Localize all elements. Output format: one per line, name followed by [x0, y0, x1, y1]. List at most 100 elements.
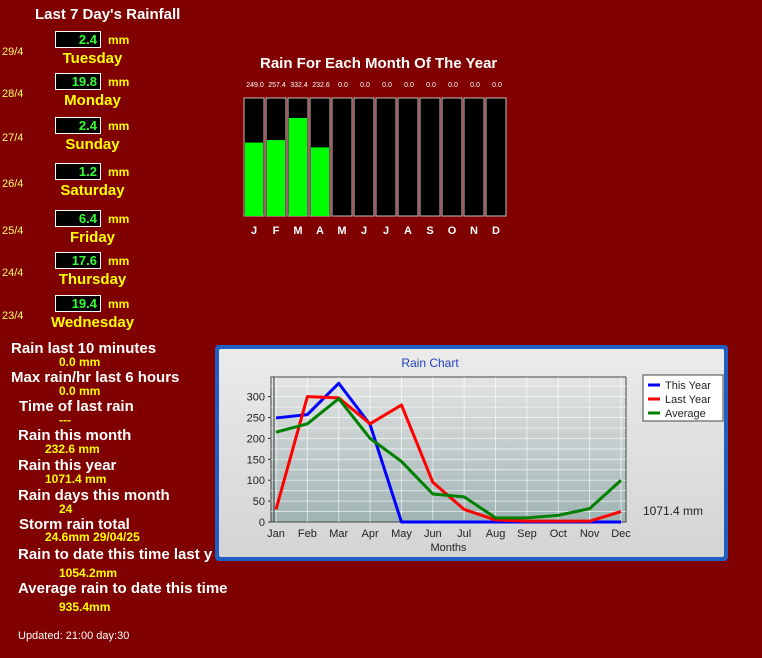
last7-title: Last 7 Day's Rainfall [35, 6, 181, 23]
month-bar-bg [419, 97, 441, 217]
month-label: M [337, 225, 346, 237]
month-bar-bg [441, 97, 463, 217]
month-bar-bg [397, 97, 419, 217]
y-tick-label: 100 [247, 475, 265, 487]
y-tick-label: 250 [247, 413, 265, 425]
day-rain-unit: mm [108, 165, 130, 179]
x-axis-label: Months [430, 542, 467, 554]
x-tick-label: Jul [457, 528, 471, 540]
day-name: Sunday [65, 136, 120, 153]
stat-value: 935.4mm [59, 600, 111, 614]
day-rain-unit: mm [108, 254, 130, 268]
month-bar-bg [375, 97, 397, 217]
day-rain-value: 19.4 [55, 295, 101, 312]
stat-label: Time of last rain [19, 398, 134, 415]
day-rain-value: 2.4 [55, 31, 101, 48]
day-name: Tuesday [62, 50, 123, 67]
month-label: S [426, 225, 433, 237]
updated-text: Updated: 21:00 day:30 [18, 630, 130, 642]
month-value-label: 332.4 [290, 82, 308, 89]
month-value-label: 0.0 [360, 82, 370, 89]
x-tick-label: Nov [580, 528, 600, 540]
stat-value: 0.0 mm [59, 355, 101, 369]
month-bar [289, 117, 307, 216]
x-tick-label: Dec [611, 528, 631, 540]
day-date: 24/4 [2, 267, 24, 279]
x-tick-label: Jan [267, 528, 285, 540]
legend-label: This Year [665, 380, 711, 392]
rain-line-chart: Rain Chart Jan Feb Mar Apr May Jun Jul Aug Sep Oct… [247, 356, 724, 554]
rain-chart-title: Rain Chart [401, 356, 459, 370]
day-date: 26/4 [2, 178, 24, 190]
stat-label: Rain days this month [18, 487, 170, 504]
month-value-label: 0.0 [338, 82, 348, 89]
x-tick-label: May [391, 528, 412, 540]
day-rain-unit: mm [108, 297, 130, 311]
y-tick-label: 0 [259, 517, 265, 529]
day-rain-value: 17.6 [55, 252, 101, 269]
legend-label: Last Year [665, 394, 711, 406]
month-label: D [492, 225, 500, 237]
rain-chart-panel: Rain Chart Jan Feb Mar Apr May Jun Jul Aug Sep Oct… [215, 345, 728, 561]
stat-value: 0.0 mm [59, 384, 101, 398]
month-value-label: 0.0 [426, 82, 436, 89]
day-rain-value: 2.4 [55, 117, 101, 134]
day-rain-value: 6.4 [55, 210, 101, 227]
day-rain-unit: mm [108, 75, 130, 89]
month-value-label: 257.4 [268, 82, 286, 89]
month-label: A [404, 225, 412, 237]
day-name: Friday [69, 229, 115, 246]
x-tick-label: Feb [298, 528, 317, 540]
month-value-label: 0.0 [382, 82, 392, 89]
month-bar-bg [353, 97, 375, 217]
day-rain-value: 1.2 [55, 163, 101, 180]
month-bar [245, 142, 263, 216]
x-tick-label: Oct [550, 528, 567, 540]
day-date: 28/4 [2, 88, 24, 100]
month-label: O [448, 225, 457, 237]
month-label: J [361, 225, 367, 237]
month-label: N [470, 225, 478, 237]
month-label: F [273, 225, 280, 237]
month-bar [267, 140, 285, 216]
day-date: 23/4 [2, 310, 24, 322]
day-date: 29/4 [2, 46, 24, 58]
day-date: 27/4 [2, 132, 24, 144]
month-value-label: 0.0 [448, 82, 458, 89]
stat-value: --- [59, 413, 71, 427]
month-bar-bg [485, 97, 507, 217]
stat-value: 24 [59, 502, 73, 516]
x-tick-label: Mar [329, 528, 348, 540]
month-label: A [316, 225, 324, 237]
y-tick-label: 50 [253, 496, 265, 508]
stat-value: 232.6 mm [45, 442, 100, 456]
stat-value: 1071.4 mm [45, 472, 107, 486]
day-name: Saturday [60, 182, 125, 199]
month-value-label: 232.6 [312, 82, 330, 89]
day-rain-unit: mm [108, 119, 130, 133]
day-name: Monday [64, 92, 121, 109]
stat-label: Rain to date this time last year [18, 546, 213, 563]
day-rain-unit: mm [108, 33, 130, 47]
month-label: M [293, 225, 302, 237]
y-tick-label: 300 [247, 392, 265, 404]
month-bar-bg [331, 97, 353, 217]
month-value-label: 249.0 [246, 82, 264, 89]
year-total-annotation: 1071.4 mm [643, 504, 703, 518]
day-date: 25/4 [2, 225, 24, 237]
x-tick-label: Aug [486, 528, 506, 540]
stat-value: 1054.2mm [59, 566, 118, 580]
x-tick-label: Jun [424, 528, 442, 540]
day-name: Thursday [58, 271, 127, 288]
x-tick-label: Apr [362, 528, 379, 540]
day-name: Wednesday [50, 314, 135, 331]
legend-label: Average [665, 408, 706, 420]
monthly-title: Rain For Each Month Of The Year [260, 55, 498, 72]
stat-label: Average rain to date this time [18, 580, 228, 597]
month-bar-bg [463, 97, 485, 217]
month-value-label: 0.0 [404, 82, 414, 89]
y-tick-label: 200 [247, 433, 265, 445]
x-tick-label: Sep [517, 528, 537, 540]
month-bar [311, 147, 329, 216]
month-label: J [251, 225, 257, 237]
